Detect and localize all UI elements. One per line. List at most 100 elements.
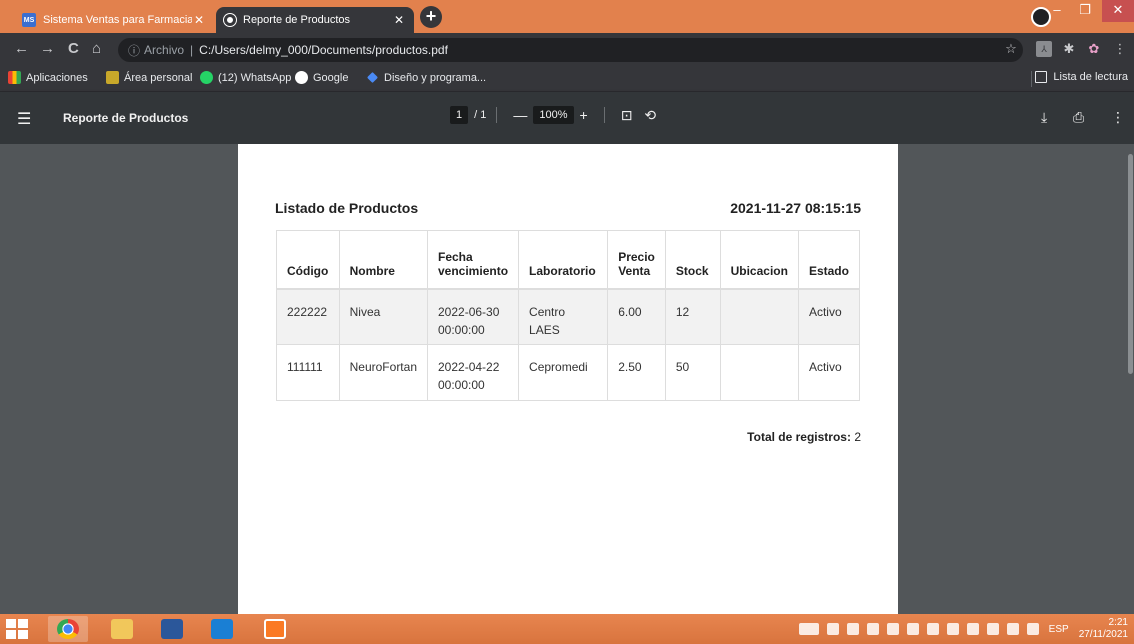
bookmark-area-personal[interactable]: Área personal: [106, 71, 193, 84]
column-header-ubicacion: Ubicacion: [719, 230, 799, 290]
volume-icon[interactable]: [946, 623, 959, 635]
cell-fecha: 2022-06-30 00:00:00: [426, 288, 520, 345]
divider: |: [190, 43, 194, 57]
bookmark-label: Diseño y programa...: [384, 71, 487, 84]
cell-precio: 6.00: [607, 288, 666, 345]
clock-time: 2:21: [1108, 617, 1128, 628]
column-header-laboratorio: Laboratorio: [518, 230, 609, 290]
taskbar-word[interactable]: [152, 616, 192, 642]
back-icon[interactable]: ←: [14, 40, 29, 57]
total-label: Total de registros:: [747, 430, 851, 444]
forward-icon[interactable]: →: [40, 40, 55, 57]
cell-precio: 2.50: [607, 344, 666, 401]
reading-list-label: Lista de lectura: [1053, 71, 1128, 83]
pdf-viewer-area[interactable]: Listado de Productos 2021-11-27 08:15:15…: [0, 144, 1134, 614]
divider: [1031, 71, 1032, 87]
cell-fecha: 2022-04-22 00:00:00: [426, 344, 520, 401]
bookmark-label: Aplicaciones: [26, 71, 88, 84]
keyboard-icon[interactable]: [798, 623, 819, 635]
signal-icon[interactable]: [1006, 623, 1019, 635]
info-icon[interactable]: ⓘ: [128, 42, 140, 59]
scrollbar[interactable]: [1126, 144, 1134, 614]
close-window-button[interactable]: ✕: [1102, 0, 1134, 22]
tray-app-icon[interactable]: [926, 623, 939, 635]
cell-laboratorio: Cepromedi: [518, 344, 609, 401]
cell-nombre: NeuroFortan: [338, 344, 429, 401]
products-table: Código Nombre Fecha vencimiento Laborator…: [276, 230, 861, 401]
language-indicator[interactable]: ESP: [1049, 624, 1069, 635]
bookmark-whatsapp[interactable]: (12) WhatsApp: [200, 71, 291, 84]
flag-icon[interactable]: [1026, 623, 1039, 635]
tray-app-icon[interactable]: [846, 623, 859, 635]
hamburger-menu-icon[interactable]: ☰: [17, 109, 31, 129]
taskbar-explorer[interactable]: [102, 616, 142, 642]
maximize-button[interactable]: ❐: [1072, 0, 1098, 22]
document-datetime: 2021-11-27 08:15:15: [730, 200, 861, 216]
address-bar[interactable]: ⓘ Archivo | C:/Users/delmy_000/Documents…: [118, 38, 1023, 62]
area-personal-icon: [106, 71, 119, 84]
usb-icon[interactable]: [966, 623, 979, 635]
download-icon[interactable]: ⤓: [1041, 109, 1047, 126]
reload-icon[interactable]: C: [68, 40, 79, 57]
cell-nombre: Nivea: [338, 288, 429, 345]
divider: [496, 107, 498, 123]
close-tab-icon[interactable]: ✕: [192, 13, 206, 27]
zoom-input[interactable]: 100%: [533, 106, 574, 124]
divider: [603, 107, 605, 123]
tray-app-icon[interactable]: [986, 623, 999, 635]
bookmark-aplicaciones[interactable]: Aplicaciones: [8, 71, 88, 84]
column-header-fecha: Fecha vencimiento: [426, 230, 520, 290]
globe-icon: [224, 14, 236, 26]
rotate-icon[interactable]: ⟲: [644, 107, 656, 124]
column-header-precio: Precio Venta: [607, 230, 666, 290]
more-options-icon[interactable]: ⋮: [1111, 109, 1125, 126]
bookmark-google[interactable]: Google: [295, 71, 348, 84]
avatar-icon[interactable]: ✿: [1086, 41, 1102, 57]
tray-app-icon[interactable]: [906, 623, 919, 635]
browser-toolbar: ← → C ⌂ ⓘ Archivo | C:/Users/delmy_000/D…: [0, 33, 1134, 66]
apps-grid-icon: [8, 71, 21, 84]
bookmark-label: Área personal: [124, 71, 193, 84]
diamond-icon: [366, 71, 379, 84]
ms-favicon-icon: MS: [22, 13, 36, 27]
zoom-in-icon[interactable]: +: [580, 107, 588, 123]
tab-sistema-ventas[interactable]: MS Sistema Ventas para Farmacia - F ✕: [14, 7, 214, 33]
xampp-tray-icon[interactable]: [866, 623, 879, 635]
taskbar-xampp[interactable]: [255, 616, 295, 642]
total-value: 2: [854, 430, 861, 444]
extensions-icon[interactable]: ✱: [1061, 41, 1077, 57]
column-header-estado: Estado: [797, 230, 861, 290]
new-tab-button[interactable]: +: [420, 6, 442, 28]
column-header-nombre: Nombre: [338, 230, 429, 290]
document-heading: Listado de Productos: [275, 200, 419, 216]
taskbar-chrome[interactable]: [48, 616, 88, 642]
column-header-stock: Stock: [664, 230, 721, 290]
table-row: 222222 Nivea 2022-06-30 00:00:00 Centro LA…: [276, 288, 861, 345]
tray-app-icon[interactable]: [886, 623, 899, 635]
page-number-input[interactable]: 1: [450, 106, 469, 124]
minimize-button[interactable]: –: [1044, 0, 1070, 22]
scrollbar-thumb[interactable]: [1128, 154, 1133, 374]
fit-page-icon[interactable]: ⊡: [621, 107, 633, 124]
system-tray: ESP 2:21 27/11/2021: [795, 614, 1128, 644]
tab-title: Sistema Ventas para Farmacia - F: [43, 14, 192, 26]
page-total: / 1: [474, 109, 487, 121]
bookmark-diseno[interactable]: Diseño y programa...: [366, 71, 486, 84]
home-icon[interactable]: ⌂: [92, 40, 101, 57]
tab-reporte-productos[interactable]: Reporte de Productos ✕: [216, 7, 414, 33]
printer-icon[interactable]: [826, 623, 839, 635]
reading-list-button[interactable]: Lista de lectura: [1035, 71, 1128, 83]
cell-estado: Activo: [797, 288, 861, 345]
taskbar-vscode[interactable]: [202, 616, 242, 642]
close-tab-icon[interactable]: ✕: [392, 13, 406, 27]
pdf-extension-icon[interactable]: ⅄: [1036, 41, 1052, 57]
folder-icon: [111, 619, 133, 639]
print-icon[interactable]: ⎙: [1073, 109, 1084, 126]
clock[interactable]: 2:21 27/11/2021: [1079, 617, 1128, 641]
pdf-toolbar: ☰ Reporte de Productos 1 / 1 — 100% + ⊡ …: [0, 92, 1134, 144]
scheme-label: Archivo: [144, 43, 185, 57]
star-icon[interactable]: ☆: [1003, 41, 1019, 57]
windows-start-icon[interactable]: [6, 619, 28, 639]
zoom-out-icon[interactable]: —: [513, 107, 527, 123]
menu-icon[interactable]: ⋮: [1112, 41, 1128, 57]
